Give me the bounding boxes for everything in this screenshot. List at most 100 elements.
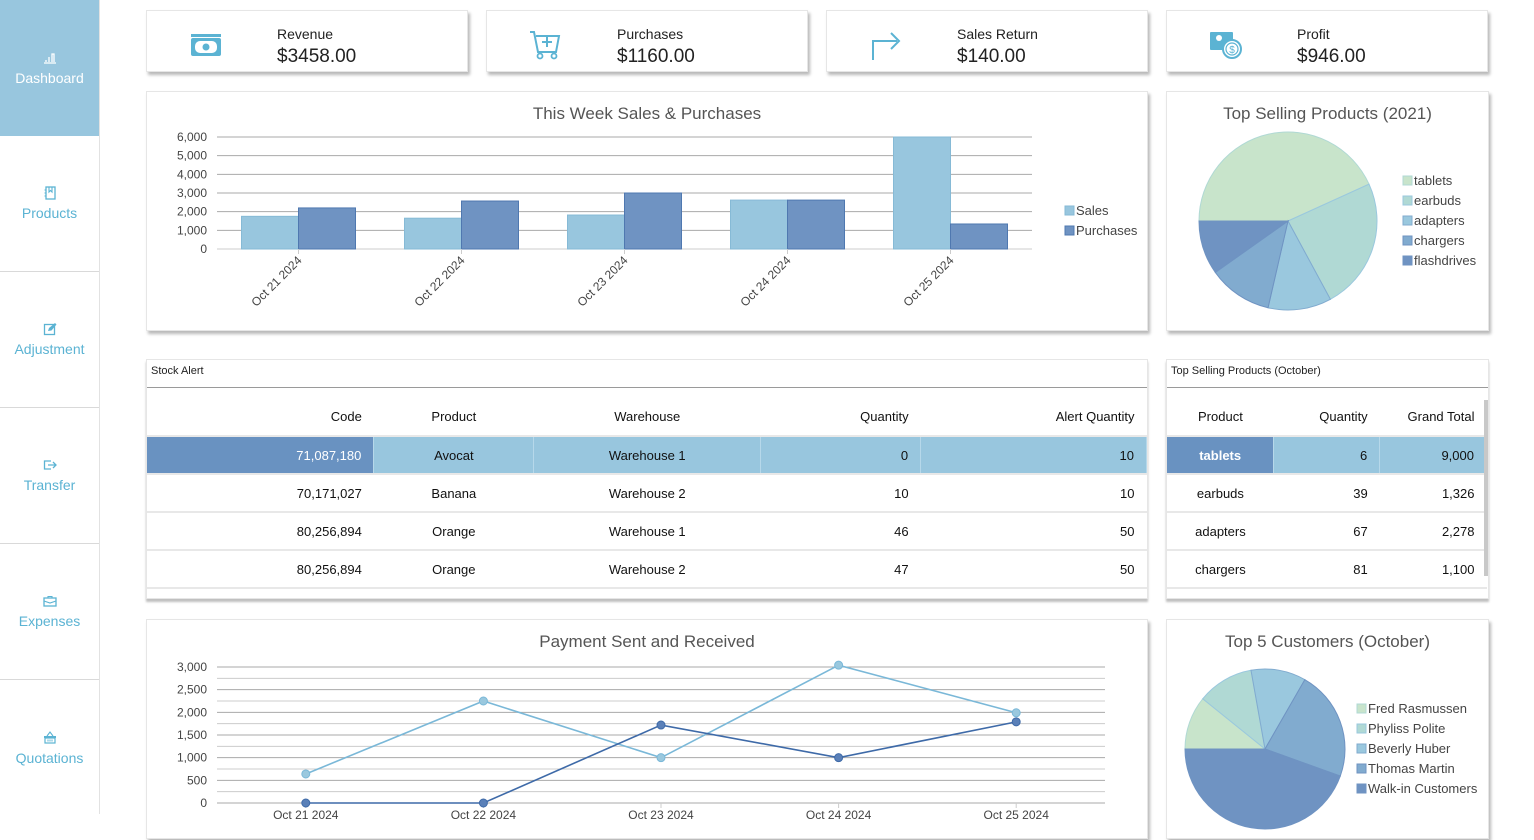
- sidebar-item-label: Quotations: [15, 749, 84, 766]
- svg-text:$: $: [1229, 45, 1235, 56]
- column-header-code[interactable]: Code: [147, 398, 374, 437]
- cell-warehouse[interactable]: Warehouse 2: [533, 474, 761, 513]
- table-row[interactable]: tablets 6 9,000: [1167, 436, 1487, 475]
- y-tick-label: 5,000: [177, 149, 207, 163]
- cell-grand-total[interactable]: 1,100: [1379, 550, 1487, 589]
- legend-swatch: [1402, 195, 1413, 206]
- legend-swatch: [1064, 225, 1075, 236]
- y-tick-label: 0: [200, 242, 207, 256]
- column-header-quantity[interactable]: Quantity: [1273, 398, 1380, 437]
- y-tick-label: 2,000: [177, 205, 207, 219]
- cell-quantity[interactable]: 81: [1273, 550, 1380, 589]
- cell-alert-quantity[interactable]: 10: [920, 436, 1147, 475]
- stock-alert-card: Stock Alert Code Product Warehouse Quant…: [146, 359, 1148, 599]
- cell-quantity[interactable]: 0: [760, 436, 922, 475]
- cell-alert-quantity[interactable]: 10: [920, 474, 1147, 513]
- cell-alert-quantity[interactable]: 50: [920, 512, 1147, 551]
- bar-sales: [893, 136, 951, 250]
- kpi-label: Profit: [1297, 26, 1330, 42]
- profit-coin-icon: $: [1207, 21, 1247, 61]
- cell-grand-total[interactable]: 2,278: [1379, 512, 1487, 551]
- kpi-label: Revenue: [277, 26, 334, 42]
- x-tick-label: Oct 22 2024: [451, 808, 517, 822]
- cell-quantity[interactable]: 46: [760, 512, 921, 551]
- legend-label: Thomas Martin: [1368, 761, 1455, 776]
- cell-warehouse[interactable]: Warehouse 1: [533, 436, 762, 475]
- kpi-card-purchases: Purchases $1160.00: [486, 10, 808, 72]
- sidebar-item-expenses[interactable]: Expenses: [0, 544, 99, 680]
- cell-quantity[interactable]: 39: [1273, 474, 1380, 513]
- cell-code[interactable]: 80,256,894: [147, 512, 374, 551]
- table-row[interactable]: 80,256,894 Orange Warehouse 2 47 50: [147, 550, 1147, 589]
- cell-product[interactable]: Orange: [373, 512, 534, 551]
- table-title: Top Selling Products (October): [1171, 365, 1321, 377]
- y-tick-label: 6,000: [177, 130, 207, 144]
- column-header-grand-total[interactable]: Grand Total: [1379, 398, 1487, 437]
- cell-quantity[interactable]: 6: [1273, 436, 1381, 475]
- cell-alert-quantity[interactable]: 50: [920, 550, 1147, 589]
- cell-product[interactable]: Banana: [373, 474, 534, 513]
- sidebar-item-dashboard[interactable]: Dashboard: [0, 0, 99, 136]
- sidebar-item-products[interactable]: Products: [0, 136, 99, 272]
- vertical-scrollbar[interactable]: [1484, 400, 1488, 576]
- sidebar-item-label: Dashboard: [15, 69, 84, 86]
- sales-purchases-chart: 0 1,000 2,000 3,000 4,000 5,000 6,000 Oct 21 20…: [177, 130, 1138, 309]
- cell-warehouse[interactable]: Warehouse 2: [533, 550, 761, 589]
- table-row[interactable]: 71,087,180 Avocat Warehouse 1 0 10: [147, 436, 1147, 475]
- table-row[interactable]: earbuds 39 1,326: [1167, 474, 1487, 513]
- cell-code[interactable]: 70,171,027: [147, 474, 374, 513]
- cell-grand-total[interactable]: 9,000: [1379, 436, 1487, 475]
- cell-product[interactable]: chargers: [1167, 550, 1274, 589]
- x-tick-label: Oct 25 2024: [984, 808, 1050, 822]
- sidebar-item-transfer[interactable]: Transfer: [0, 408, 99, 544]
- kpi-value: $140.00: [957, 46, 1026, 67]
- legend-label: Beverly Huber: [1368, 741, 1451, 756]
- table-header-row: Code Product Warehouse Quantity Alert Qu…: [147, 398, 1147, 437]
- table-row[interactable]: chargers 81 1,100: [1167, 550, 1487, 589]
- sidebar-item-adjustment[interactable]: Adjustment: [0, 272, 99, 408]
- legend-label: earbuds: [1414, 193, 1461, 208]
- data-point: [1011, 717, 1021, 727]
- cell-code[interactable]: 71,087,180: [147, 436, 375, 475]
- cell-quantity[interactable]: 10: [760, 474, 921, 513]
- bar-sales: [567, 214, 625, 250]
- cell-product[interactable]: adapters: [1167, 512, 1274, 551]
- legend-label: Purchases: [1076, 223, 1138, 238]
- data-point: [834, 753, 844, 763]
- cell-product[interactable]: tablets: [1167, 436, 1275, 475]
- kpi-value: $1160.00: [617, 46, 695, 67]
- column-header-product[interactable]: Product: [373, 398, 534, 437]
- payment-line-chart: 0 500 1,000 1,500 2,000 2,500 3,000 Oct 21 2024…: [177, 660, 1105, 822]
- y-tick-label: 3,000: [177, 186, 207, 200]
- table-row[interactable]: adapters 67 2,278: [1167, 512, 1487, 551]
- cell-code[interactable]: 80,256,894: [147, 550, 374, 589]
- edit-icon: [43, 322, 57, 336]
- bar-chart-icon: [43, 51, 57, 65]
- legend-label: Fred Rasmussen: [1368, 701, 1467, 716]
- bar-purchases: [298, 207, 356, 250]
- table-row[interactable]: 80,256,894 Orange Warehouse 1 46 50: [147, 512, 1147, 551]
- table-row[interactable]: 70,171,027 Banana Warehouse 2 10 10: [147, 474, 1147, 513]
- sidebar-item-quotations[interactable]: Quotations: [0, 680, 99, 816]
- cell-product[interactable]: earbuds: [1167, 474, 1274, 513]
- cell-quantity[interactable]: 67: [1273, 512, 1380, 551]
- legend-label: Sales: [1076, 203, 1109, 218]
- y-tick-label: 0: [200, 796, 207, 810]
- cell-quantity[interactable]: 47: [760, 550, 921, 589]
- column-header-warehouse[interactable]: Warehouse: [533, 398, 761, 437]
- cell-product[interactable]: Orange: [373, 550, 534, 589]
- y-tick-label: 2,000: [177, 705, 207, 719]
- x-tick-label: Oct 24 2024: [737, 253, 793, 309]
- column-header-alert-quantity[interactable]: Alert Quantity: [920, 398, 1147, 437]
- kpi-card-sales-return: Sales Return $140.00: [826, 10, 1148, 72]
- y-tick-label: 500: [187, 773, 207, 787]
- column-header-product[interactable]: Product: [1167, 398, 1274, 437]
- sales-purchases-chart-card: This Week Sales & Purchases 0 1,000 2,000 3…: [146, 91, 1148, 331]
- cell-grand-total[interactable]: 1,326: [1379, 474, 1487, 513]
- cell-product[interactable]: Avocat: [373, 436, 535, 475]
- legend-label: flashdrives: [1414, 253, 1477, 268]
- stock-alert-table: Code Product Warehouse Quantity Alert Qu…: [147, 398, 1147, 589]
- bar-purchases: [624, 192, 682, 250]
- cell-warehouse[interactable]: Warehouse 1: [533, 512, 761, 551]
- column-header-quantity[interactable]: Quantity: [760, 398, 921, 437]
